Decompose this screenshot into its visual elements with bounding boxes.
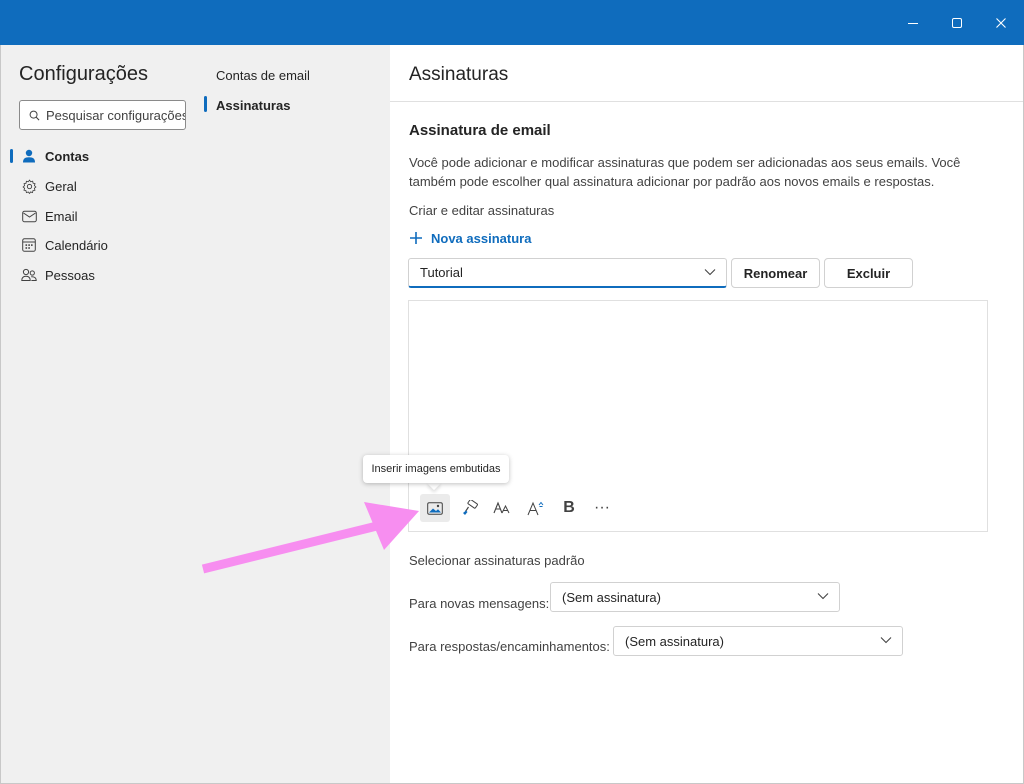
title-bar bbox=[0, 0, 1024, 45]
minimize-icon bbox=[908, 23, 918, 24]
maximize-icon bbox=[952, 18, 962, 28]
maximize-button[interactable] bbox=[944, 10, 970, 36]
close-button[interactable] bbox=[988, 10, 1014, 36]
insert-image-tooltip: Inserir imagens embutidas bbox=[363, 455, 509, 483]
close-icon bbox=[996, 18, 1006, 28]
minimize-button[interactable] bbox=[900, 10, 926, 36]
window-border bbox=[0, 45, 1024, 784]
